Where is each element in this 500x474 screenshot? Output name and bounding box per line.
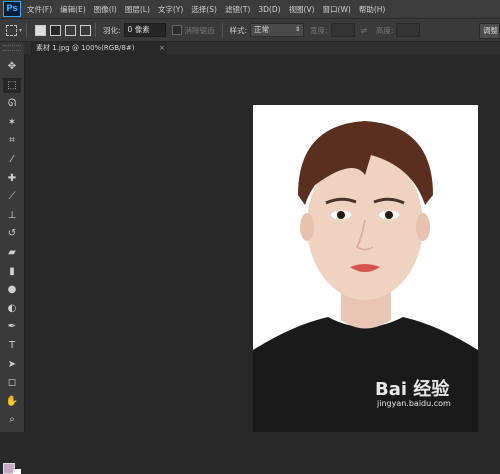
menu-edit[interactable]: 编辑(E) [60, 4, 86, 15]
menu-image[interactable]: 图像(I) [94, 4, 117, 15]
style-label: 样式: [229, 25, 248, 35]
divider [26, 23, 28, 37]
antialias-checkbox[interactable] [171, 25, 182, 35]
watermark-url: jingyan.baidu.com [377, 399, 451, 408]
divider [221, 23, 223, 37]
document-tab[interactable]: 素材 1.jpg @ 100%(RGB/8#) × [31, 42, 167, 54]
subtract-selection-icon[interactable] [65, 24, 77, 36]
crop-tool-icon[interactable]: ⌗ [3, 133, 21, 148]
menu-select[interactable]: 选择(S) [191, 4, 217, 15]
hand-tool-icon[interactable]: ✋ [3, 394, 21, 409]
intersect-selection-icon[interactable] [80, 24, 92, 36]
add-selection-icon[interactable] [50, 24, 62, 36]
lasso-tool-icon[interactable]: ᘏ [3, 96, 21, 111]
width-label: 宽度: [310, 25, 328, 35]
shape-tool-icon[interactable]: ◻ [3, 375, 21, 390]
marquee-preset-icon[interactable] [6, 24, 17, 36]
menu-file[interactable]: 文件(F) [27, 4, 52, 15]
menu-view[interactable]: 视图(V) [289, 4, 315, 15]
menu-bar: Ps 文件(F) 编辑(E) 图像(I) 图层(L) 文字(Y) 选择(S) 滤… [0, 0, 500, 19]
eraser-tool-icon[interactable]: ▰ [3, 245, 21, 260]
close-icon[interactable]: × [159, 42, 165, 54]
move-tool-icon[interactable]: ✥ [3, 59, 21, 74]
history-brush-tool-icon[interactable]: ↺ [3, 226, 21, 241]
antialias-label: 消除锯齿 [184, 25, 215, 35]
baidu-logo: Bai 经验 [375, 379, 450, 400]
feather-label: 羽化: [103, 25, 121, 35]
zoom-tool-icon[interactable]: ⌕ [3, 412, 21, 427]
new-selection-icon[interactable] [35, 24, 47, 36]
feather-input[interactable]: 0 像素 [123, 23, 166, 37]
style-value: 正常 [254, 25, 270, 34]
width-input[interactable] [330, 23, 355, 37]
menu-filter[interactable]: 滤镜(T) [225, 4, 250, 15]
menu-3d[interactable]: 3D(D) [258, 5, 280, 14]
divider [95, 23, 97, 37]
gradient-tool-icon[interactable]: ▮ [3, 264, 21, 279]
menu-layer[interactable]: 图层(L) [125, 4, 150, 15]
tools-panel: ✥ ⬚ ᘏ ✶ ⌗ ⁄ ✚ ⟋ ⊥ ↺ ▰ ▮ ● ◐ ✒ T ➤ ◻ ✋ ⌕ [0, 42, 25, 474]
preset-dropdown-icon[interactable]: ▾ [19, 27, 22, 34]
menu-window[interactable]: 窗口(W) [323, 4, 351, 15]
blur-tool-icon[interactable]: ● [3, 282, 21, 297]
refine-edge-button[interactable]: 调整 [479, 23, 500, 39]
document-tab-title: 素材 1.jpg @ 100%(RGB/8#) [36, 44, 135, 52]
height-input[interactable] [396, 23, 421, 37]
photoshop-logo: Ps [3, 1, 21, 17]
style-select[interactable]: 正常 ⇕ [250, 23, 305, 37]
marquee-tool-icon[interactable]: ⬚ [3, 77, 21, 93]
height-label: 高度: [375, 25, 394, 35]
path-select-tool-icon[interactable]: ➤ [3, 357, 21, 372]
document-tab-strip: 素材 1.jpg @ 100%(RGB/8#) × [24, 42, 500, 54]
dodge-tool-icon[interactable]: ◐ [3, 301, 21, 316]
type-tool-icon[interactable]: T [3, 338, 21, 353]
menu-help[interactable]: 帮助(H) [359, 4, 386, 15]
menu-type[interactable]: 文字(Y) [158, 4, 183, 15]
canvas-area[interactable]: Bai 经验 jingyan.baidu.com [25, 54, 500, 432]
eyedropper-tool-icon[interactable]: ⁄ [3, 152, 21, 167]
swap-icon[interactable]: ⇄ [361, 26, 367, 35]
toolbar-grip[interactable] [3, 45, 21, 51]
chevron-down-icon: ⇕ [295, 26, 301, 33]
clone-stamp-tool-icon[interactable]: ⊥ [3, 208, 21, 223]
pen-tool-icon[interactable]: ✒ [3, 319, 21, 334]
quick-select-tool-icon[interactable]: ✶ [3, 115, 21, 130]
background-color-swatch[interactable] [13, 469, 21, 474]
baidu-watermark: Bai 经验 jingyan.baidu.com [375, 375, 498, 421]
brush-tool-icon[interactable]: ⟋ [3, 189, 21, 204]
options-bar: ▾ 羽化: 0 像素 消除锯齿 样式: 正常 ⇕ 宽度: ⇄ 高度: 调整 [0, 19, 500, 42]
healing-brush-tool-icon[interactable]: ✚ [3, 171, 21, 186]
